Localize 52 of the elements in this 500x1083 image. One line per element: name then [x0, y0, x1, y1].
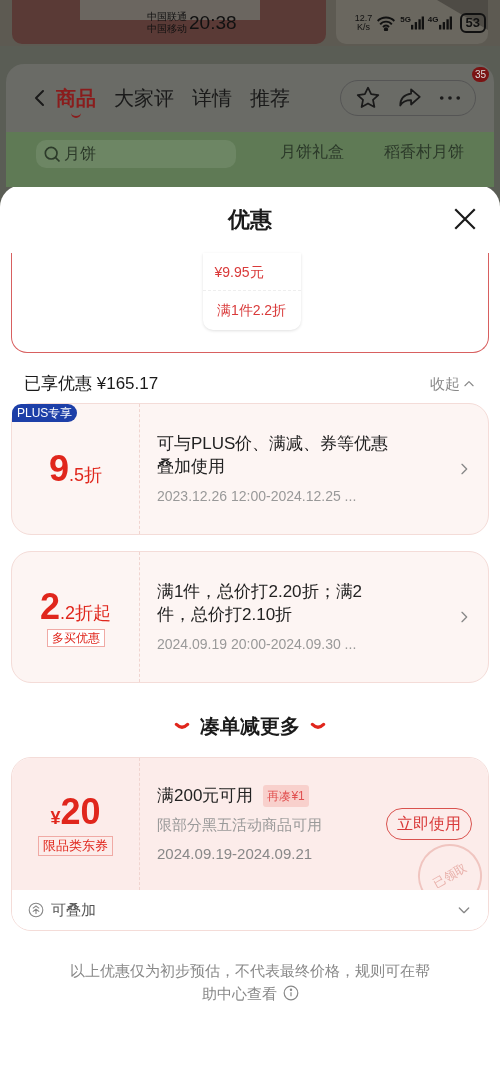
disclaimer-text: 以上优惠仅为初步预估，不代表最终价格，规则可在帮助中心查看: [69, 961, 431, 1004]
network-type: 4G: [427, 16, 439, 24]
savings-total: 已享优惠 ¥165.17: [24, 373, 159, 396]
network-speed: 12.7: [354, 14, 373, 23]
smile-icon: [310, 722, 326, 730]
signal-icon: [438, 16, 452, 30]
offer-period: 2023.12.26 12:00-2024.12.25 ...: [157, 486, 358, 506]
offer-description: 满1件，总价打2.20折；满2件，总价打2.10折: [157, 580, 363, 626]
price-text: ¥9.95元: [202, 253, 301, 291]
speed-unit: K/s: [356, 23, 370, 32]
network-type: 5G: [400, 16, 411, 24]
offer-card[interactable]: PLUS专享 9.5折 可与PLUS价、满减、券等优惠叠加使用 2023.12.26 12:00-2024.12.25 ...: [11, 403, 489, 535]
notification-badge: 35: [471, 67, 489, 82]
nav-tab[interactable]: 详情: [192, 84, 232, 120]
nav-tab[interactable]: 商品: [56, 84, 96, 120]
battery-indicator: 53: [459, 13, 486, 33]
coupon-type: 限品类东券: [38, 836, 113, 856]
more-icon[interactable]: [439, 95, 461, 101]
category-link[interactable]: 月饼礼盒: [280, 140, 344, 164]
discount-value: 9.5折: [48, 449, 102, 489]
coupon-condition: 满200元可用: [157, 784, 254, 807]
plus-tag: PLUS专享: [12, 404, 78, 422]
coupon-period: 2024.09.19-2024.09.21: [157, 843, 314, 864]
offer-label: 多买优惠: [46, 629, 105, 647]
smile-icon: [174, 722, 190, 730]
close-icon[interactable]: [452, 206, 478, 232]
nav-tab[interactable]: 大家评: [114, 84, 174, 120]
clock: 20:38: [189, 10, 237, 35]
category-link[interactable]: 稻香村月饼: [384, 140, 464, 164]
currency-symbol: ¥: [50, 808, 61, 830]
coupon-amount: 20: [60, 792, 101, 832]
discount-rule: 满1件2.2折: [215, 301, 288, 320]
shortfall-tag: 再凑¥1: [263, 784, 309, 807]
section-title: 凑单减更多: [200, 714, 300, 739]
nav-tab[interactable]: 推荐: [250, 84, 290, 120]
carrier-name: 中国联通: [147, 11, 187, 23]
stackable-label: 可叠加: [51, 899, 96, 920]
sheet-title: 优惠: [228, 205, 272, 234]
star-icon[interactable]: [355, 85, 381, 111]
info-icon[interactable]: [282, 985, 299, 1001]
search-field[interactable]: 月饼: [64, 142, 96, 166]
signal-icon: [410, 16, 424, 30]
coupon-scope: 限部分黑五活动商品可用: [157, 815, 323, 836]
search-icon: [42, 144, 62, 164]
offer-card[interactable]: 2.2折起 多买优惠 满1件，总价打2.20折；满2件，总价打2.10折 2024.09.19 20:00-2024.09.30 ...: [11, 551, 489, 683]
stack-icon: [28, 902, 44, 918]
offer-period: 2024.09.19 20:00-2024.09.30 ...: [157, 634, 358, 654]
discount-value: 2.2折起: [39, 587, 111, 627]
carrier-name: 中国移动: [147, 23, 187, 35]
offer-description: 可与PLUS价、满减、券等优惠叠加使用: [157, 432, 390, 478]
collapse-toggle[interactable]: 收起: [430, 372, 476, 396]
wifi-icon: [376, 15, 397, 31]
